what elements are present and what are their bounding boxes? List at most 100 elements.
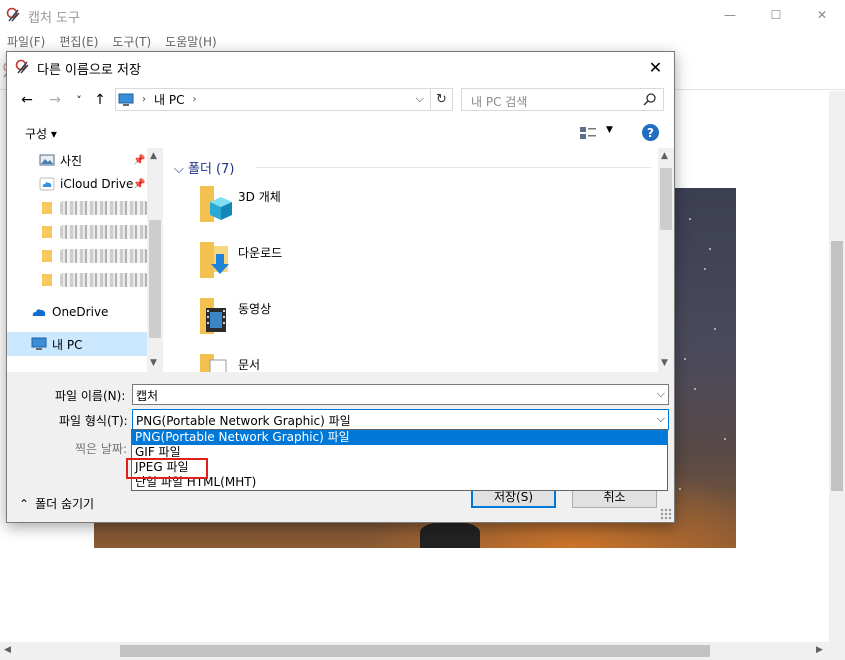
downloads-folder-icon (200, 242, 229, 278)
videos-folder-icon (200, 298, 226, 334)
folder-label: 문서 (238, 358, 261, 372)
nav-item-private-folder[interactable] (7, 196, 148, 220)
nav-item-label: iCloud Drive (60, 177, 134, 191)
scrollbar-thumb[interactable] (831, 241, 843, 491)
search-icon[interactable] (643, 92, 657, 106)
scrollbar-thumb[interactable] (660, 168, 672, 230)
menu-file[interactable]: 파일(F) (0, 30, 52, 52)
scroll-down-icon[interactable]: ▼ (150, 358, 157, 368)
help-icon[interactable]: ? (642, 124, 659, 141)
view-options-chevron-icon[interactable]: ▼ (606, 125, 613, 135)
app-horizontal-scrollbar[interactable]: ◀ ▶ (0, 642, 829, 660)
folder-item-videos[interactable]: 동영상 (192, 296, 492, 344)
address-history-chevron-icon[interactable]: ⌵ (416, 92, 424, 106)
breadcrumb-this-pc[interactable]: 내 PC (154, 91, 184, 108)
back-arrow-icon[interactable]: ← (17, 90, 37, 110)
documents-folder-icon (200, 354, 227, 372)
organize-button[interactable]: 구성 ▾ (25, 125, 57, 142)
address-bar[interactable]: › 내 PC › ⌵ ↻ (115, 88, 453, 111)
hide-folders-label: 폴더 숨기기 (35, 497, 95, 511)
navigation-bar: ← → ˅ ↑ › 내 PC › ⌵ ↻ 내 PC 검색 (7, 82, 674, 118)
folder-icon (42, 226, 52, 238)
pictures-icon (39, 154, 55, 166)
snipping-tool-logo-icon (6, 7, 20, 22)
redacted-folder-name (60, 225, 148, 239)
nav-item-this-pc[interactable]: 내 PC (7, 332, 147, 356)
scroll-up-icon[interactable]: ▲ (150, 151, 157, 161)
resize-grip-icon[interactable] (660, 508, 672, 520)
filename-history-chevron-icon[interactable]: ⌵ (657, 387, 665, 401)
filetype-dropdown-list: PNG(Portable Network Graphic) 파일 GIF 파일 … (131, 429, 668, 491)
dialog-titlebar: 다른 이름으로 저장 ✕ (7, 52, 674, 82)
filetype-option-png[interactable]: PNG(Portable Network Graphic) 파일 (132, 430, 667, 445)
pc-icon (31, 337, 47, 350)
change-view-icon[interactable] (579, 125, 597, 141)
nav-item-private-folder[interactable] (7, 220, 148, 244)
folder-icon (42, 250, 52, 262)
nav-item-label: 사진 (60, 153, 83, 168)
close-button[interactable]: ✕ (799, 0, 845, 30)
refresh-icon[interactable]: ↻ (430, 89, 452, 110)
scrollbar-corner (829, 642, 845, 660)
hide-folders-toggle[interactable]: ⌃ 폴더 숨기기 (19, 495, 94, 512)
nav-item-private-folder[interactable] (7, 244, 148, 268)
up-arrow-icon[interactable]: ↑ (90, 90, 110, 110)
app-titlebar: 캡처 도구 — ☐ ✕ (0, 0, 845, 30)
nav-item-icloud-drive[interactable]: iCloud Drive 📌 (7, 172, 147, 196)
minimize-button[interactable]: — (707, 0, 753, 30)
maximize-button[interactable]: ☐ (753, 0, 799, 30)
redacted-folder-name (60, 201, 148, 215)
nav-item-private-folder[interactable] (7, 268, 148, 292)
menu-help[interactable]: 도움말(H) (158, 30, 224, 52)
folder-label: 동영상 (238, 302, 272, 316)
app-vertical-scrollbar[interactable] (829, 91, 845, 642)
filetype-option-mht[interactable]: 단일 파일 HTML(MHT) (132, 475, 667, 490)
group-divider (256, 167, 651, 168)
scroll-down-icon[interactable]: ▼ (661, 358, 668, 368)
folder-item-downloads[interactable]: 다운로드 (192, 240, 492, 288)
search-input[interactable]: 내 PC 검색 (461, 88, 664, 111)
redacted-folder-name (60, 273, 148, 287)
chevron-up-icon: ⌃ (19, 496, 30, 511)
snipping-tool-logo-icon (15, 59, 29, 74)
scroll-up-icon[interactable]: ▲ (661, 151, 668, 161)
search-placeholder: 내 PC 검색 (471, 95, 528, 109)
group-collapse-chevron-icon[interactable]: ⌵ (174, 162, 184, 177)
app-menubar: 파일(F) 편집(E) 도구(T) 도움말(H) (0, 30, 845, 52)
filename-input[interactable]: 캡처 ⌵ (132, 384, 669, 405)
recent-locations-chevron-icon[interactable]: ˅ (69, 90, 89, 110)
onedrive-icon (32, 309, 46, 316)
icloud-icon (39, 177, 55, 191)
file-list: ⌵ 폴더 (7) 3D 개체 다운로드 동영상 문서 (164, 148, 658, 372)
command-bar: 구성 ▾ ▼ ? (7, 118, 674, 148)
scrollbar-thumb[interactable] (120, 645, 710, 657)
scroll-right-icon[interactable]: ▶ (816, 645, 823, 655)
filetype-select[interactable]: PNG(Portable Network Graphic) 파일 ⌵ (132, 409, 669, 430)
nav-item-label: OneDrive (52, 305, 109, 319)
3d-objects-folder-icon (200, 186, 232, 222)
scrollbar-thumb[interactable] (149, 220, 161, 338)
nav-item-pictures[interactable]: 사진 📌 (7, 148, 147, 172)
filetype-chevron-icon[interactable]: ⌵ (657, 412, 665, 426)
breadcrumb-separator-icon[interactable]: › (142, 94, 146, 105)
folder-item-documents[interactable]: 문서 (192, 352, 492, 372)
scroll-left-icon[interactable]: ◀ (4, 645, 11, 655)
date-taken-label: 찍은 날짜: (75, 442, 128, 456)
file-list-scrollbar[interactable]: ▲ ▼ (658, 148, 674, 372)
pin-icon: 📌 (133, 178, 146, 190)
forward-arrow-icon[interactable]: → (45, 90, 65, 110)
breadcrumb-separator-icon[interactable]: › (192, 94, 196, 105)
pin-icon: 📌 (133, 154, 146, 166)
redacted-folder-name (60, 249, 148, 263)
dialog-title: 다른 이름으로 저장 (37, 63, 141, 78)
dialog-close-button[interactable]: ✕ (637, 52, 674, 82)
filetype-option-jpeg[interactable]: JPEG 파일 (132, 460, 667, 475)
navigation-pane-scrollbar[interactable]: ▲ ▼ (147, 148, 163, 372)
filetype-option-gif[interactable]: GIF 파일 (132, 445, 667, 460)
nav-item-onedrive[interactable]: OneDrive (7, 300, 147, 324)
folder-item-3d-objects[interactable]: 3D 개체 (192, 184, 492, 232)
menu-tools[interactable]: 도구(T) (105, 30, 158, 52)
folders-group-header[interactable]: ⌵ 폴더 (7) (174, 158, 234, 177)
menu-edit[interactable]: 편집(E) (52, 30, 105, 52)
folder-icon (42, 274, 52, 286)
